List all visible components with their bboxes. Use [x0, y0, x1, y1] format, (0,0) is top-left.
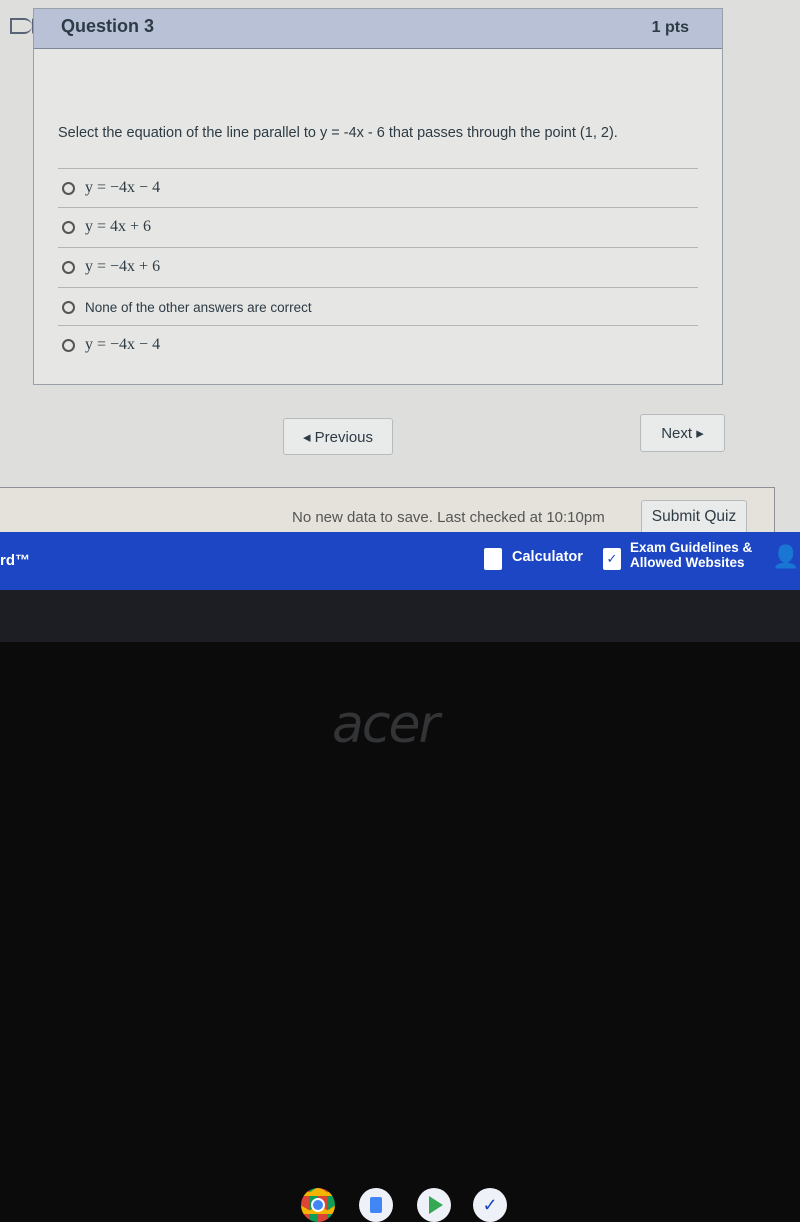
answer-option[interactable]: y = 4x + 6	[58, 207, 698, 246]
brand-text: rd™	[0, 552, 30, 569]
question-card: Question 3 1 pts Select the equation of …	[33, 8, 723, 385]
docs-icon[interactable]	[359, 1188, 393, 1222]
flag-question-icon[interactable]	[10, 18, 38, 34]
play-store-icon[interactable]	[417, 1188, 451, 1222]
option-label: y = −4x + 6	[85, 258, 161, 275]
exam-toolbar: rd™ Calculator ✓ Exam Guidelines & Allow…	[0, 532, 800, 590]
next-button[interactable]: Next ▸	[640, 414, 725, 452]
question-title: Question 3	[61, 16, 155, 36]
chromeos-shelf: ✓	[0, 590, 800, 1222]
chrome-icon[interactable]	[301, 1188, 335, 1222]
question-header: Question 3 1 pts	[34, 9, 722, 49]
user-shield-icon[interactable]: 👤	[772, 544, 799, 570]
submit-quiz-button[interactable]: Submit Quiz	[641, 500, 747, 534]
option-label: None of the other answers are correct	[85, 299, 312, 315]
quiz-screen: Question 3 1 pts Select the equation of …	[0, 0, 800, 547]
guidelines-line2: Allowed Websites	[630, 555, 745, 570]
question-text: Select the equation of the line parallel…	[58, 125, 618, 141]
calculator-button[interactable]: Calculator	[512, 549, 583, 565]
radio-button[interactable]	[62, 181, 75, 195]
acer-logo: acer	[332, 695, 440, 755]
radio-button[interactable]	[62, 338, 75, 352]
radio-button[interactable]	[62, 260, 75, 274]
answer-option[interactable]: y = −4x − 4	[58, 168, 698, 207]
radio-button[interactable]	[62, 300, 75, 314]
radio-button[interactable]	[62, 220, 75, 234]
shield-check-icon[interactable]: ✓	[473, 1188, 507, 1222]
previous-button[interactable]: ◂ Previous	[283, 418, 393, 455]
option-label: y = −4x − 4	[85, 179, 161, 196]
guidelines-line1: Exam Guidelines &	[630, 540, 753, 555]
exam-guidelines-button[interactable]: Exam Guidelines & Allowed Websites	[630, 540, 752, 570]
answer-option[interactable]: y = −4x − 4	[58, 325, 698, 364]
question-points: 1 pts	[651, 19, 689, 36]
option-label: y = 4x + 6	[85, 218, 152, 235]
calculator-icon	[484, 548, 502, 570]
option-label: y = −4x − 4	[85, 336, 161, 353]
save-status: No new data to save. Last checked at 10:…	[292, 509, 605, 526]
clipboard-check-icon: ✓	[603, 548, 621, 570]
answer-option[interactable]: None of the other answers are correct	[58, 287, 698, 326]
answer-option[interactable]: y = −4x + 6	[58, 247, 698, 286]
